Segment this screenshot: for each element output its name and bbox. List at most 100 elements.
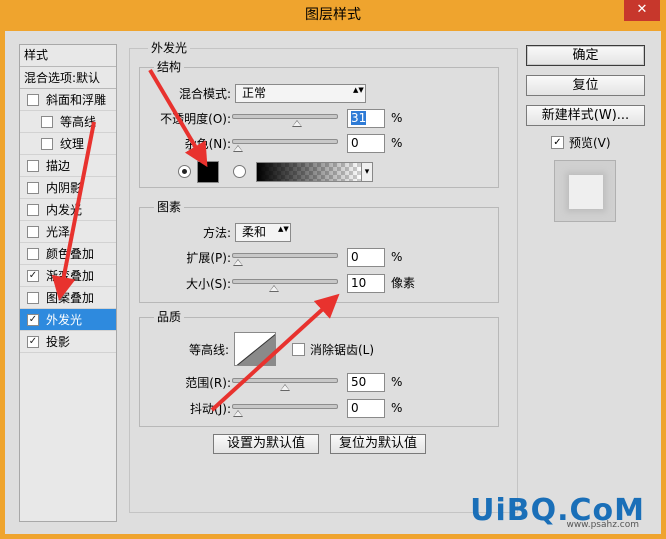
style-item[interactable]: 斜面和浮雕 bbox=[20, 89, 116, 111]
spread-slider[interactable] bbox=[232, 253, 338, 266]
style-item[interactable]: 光泽 bbox=[20, 221, 116, 243]
range-slider[interactable] bbox=[232, 378, 338, 391]
solid-color-radio[interactable] bbox=[178, 165, 191, 178]
jitter-slider[interactable] bbox=[232, 404, 338, 417]
gradient-radio[interactable] bbox=[233, 165, 246, 178]
style-item-label: 纹理 bbox=[60, 137, 85, 151]
reset-default-button[interactable]: 复位为默认值 bbox=[330, 434, 426, 454]
style-item[interactable]: 内发光 bbox=[20, 199, 116, 221]
style-item-checkbox[interactable]: ✓ bbox=[27, 270, 39, 282]
style-item-checkbox[interactable]: ✓ bbox=[27, 336, 39, 348]
style-item[interactable]: 颜色叠加 bbox=[20, 243, 116, 265]
close-button[interactable]: ✕ bbox=[624, 0, 660, 21]
noise-label: 杂色(N): bbox=[184, 137, 231, 151]
style-item-label: 图案叠加 bbox=[46, 291, 95, 305]
style-item[interactable]: ✓ 渐变叠加 bbox=[20, 265, 116, 287]
size-slider[interactable] bbox=[232, 279, 338, 292]
style-item-label: 描边 bbox=[46, 159, 71, 173]
technique-select[interactable]: 柔和 ▲▼ bbox=[235, 223, 291, 242]
noise-slider-thumb[interactable] bbox=[233, 145, 243, 152]
style-item-checkbox[interactable]: ✓ bbox=[27, 314, 39, 326]
range-value: 50 bbox=[351, 375, 367, 389]
style-item[interactable]: 等高线 bbox=[20, 111, 116, 133]
blend-mode-value: 正常 bbox=[242, 86, 267, 100]
noise-slider[interactable] bbox=[232, 139, 338, 152]
size-input[interactable]: 10 bbox=[347, 274, 385, 293]
noise-value: 0 bbox=[351, 136, 359, 150]
opacity-slider[interactable] bbox=[232, 114, 338, 127]
dropdown-icon: ▲▼ bbox=[278, 225, 289, 233]
style-item-checkbox[interactable] bbox=[27, 292, 39, 304]
style-item-checkbox[interactable] bbox=[27, 182, 39, 194]
window-title: 图层样式 bbox=[305, 7, 361, 23]
new-style-button[interactable]: 新建样式(W)... bbox=[526, 105, 645, 126]
style-item-label: 内阴影 bbox=[46, 181, 83, 195]
spread-label: 扩展(P): bbox=[186, 251, 231, 265]
title-bar[interactable]: 图层样式 ✕ bbox=[0, 0, 666, 31]
antialias-checkbox[interactable] bbox=[292, 343, 305, 356]
glow-color-swatch[interactable] bbox=[197, 161, 219, 183]
reset-button[interactable]: 复位 bbox=[526, 75, 645, 96]
structure-title: 结构 bbox=[154, 60, 185, 74]
range-slider-thumb[interactable] bbox=[280, 384, 290, 391]
jitter-unit: % bbox=[391, 401, 403, 415]
chevron-down-icon: ▾ bbox=[364, 167, 370, 177]
size-slider-thumb[interactable] bbox=[268, 285, 279, 292]
size-label: 大小(S): bbox=[185, 277, 231, 291]
opacity-unit: % bbox=[391, 111, 403, 125]
opacity-input[interactable]: 31 bbox=[347, 109, 385, 128]
preview-checkbox[interactable]: ✓ bbox=[551, 136, 564, 149]
style-item[interactable]: 描边 bbox=[20, 155, 116, 177]
check-icon: ✓ bbox=[28, 336, 38, 347]
style-item-checkbox[interactable] bbox=[27, 248, 39, 260]
watermark-site: www.psahz.com bbox=[566, 520, 639, 530]
check-icon: ✓ bbox=[553, 137, 562, 148]
noise-input[interactable]: 0 bbox=[347, 134, 385, 153]
opacity-slider-thumb[interactable] bbox=[292, 120, 303, 127]
range-input[interactable]: 50 bbox=[347, 373, 385, 392]
spread-unit: % bbox=[391, 250, 403, 264]
blending-options-item[interactable]: 混合选项:默认 bbox=[20, 67, 116, 89]
quality-title: 品质 bbox=[154, 310, 185, 324]
technique-label: 方法: bbox=[202, 226, 231, 240]
blend-mode-select[interactable]: 正常 ▲▼ bbox=[235, 84, 366, 103]
style-item-checkbox[interactable] bbox=[41, 116, 53, 128]
style-item-label: 等高线 bbox=[60, 115, 97, 129]
style-item-checkbox[interactable] bbox=[27, 160, 39, 172]
contour-picker[interactable] bbox=[234, 332, 276, 366]
style-item-label: 投影 bbox=[46, 335, 71, 349]
layer-style-dialog: 图层样式 ✕ 样式 混合选项:默认 斜面和浮雕等高线纹理描边内阴影内发光 光泽颜色… bbox=[0, 0, 666, 539]
style-item[interactable]: 图案叠加 bbox=[20, 287, 116, 309]
style-item-checkbox[interactable] bbox=[27, 226, 39, 238]
spread-slider-thumb[interactable] bbox=[233, 259, 243, 266]
style-list-header[interactable]: 样式 bbox=[20, 45, 116, 67]
contour-label: 等高线: bbox=[188, 343, 229, 357]
jitter-slider-thumb[interactable] bbox=[233, 410, 243, 417]
size-unit: 像素 bbox=[391, 276, 416, 290]
check-icon: ✓ bbox=[28, 270, 38, 281]
style-item[interactable]: ✓ 外发光 bbox=[20, 309, 116, 331]
antialias-label: 消除锯齿(L) bbox=[310, 343, 375, 357]
glow-gradient-picker[interactable] bbox=[256, 162, 362, 182]
style-list: 样式 混合选项:默认 斜面和浮雕等高线纹理描边内阴影内发光 光泽颜色叠加 ✓ 渐变叠加… bbox=[19, 44, 117, 522]
spread-input[interactable]: 0 bbox=[347, 248, 385, 267]
dialog-body: 样式 混合选项:默认 斜面和浮雕等高线纹理描边内阴影内发光 光泽颜色叠加 ✓ 渐变叠加… bbox=[5, 31, 661, 534]
style-item-checkbox[interactable] bbox=[27, 204, 39, 216]
style-item-label: 外发光 bbox=[46, 313, 83, 327]
outer-glow-title: 外发光 bbox=[148, 41, 191, 55]
gradient-dropdown-button[interactable]: ▾ bbox=[361, 162, 373, 182]
style-item[interactable]: ✓ 投影 bbox=[20, 331, 116, 353]
style-item-label: 渐变叠加 bbox=[46, 269, 95, 283]
make-default-button[interactable]: 设置为默认值 bbox=[213, 434, 319, 454]
ok-button[interactable]: 确定 bbox=[526, 45, 645, 66]
close-icon: ✕ bbox=[636, 2, 648, 17]
style-item-label: 颜色叠加 bbox=[46, 247, 95, 261]
style-item-checkbox[interactable] bbox=[41, 138, 53, 150]
opacity-label: 不透明度(O): bbox=[160, 112, 231, 126]
jitter-input[interactable]: 0 bbox=[347, 399, 385, 418]
style-item[interactable]: 纹理 bbox=[20, 133, 116, 155]
style-item[interactable]: 内阴影 bbox=[20, 177, 116, 199]
style-preview bbox=[554, 160, 616, 222]
range-unit: % bbox=[391, 375, 403, 389]
style-item-checkbox[interactable] bbox=[27, 94, 39, 106]
